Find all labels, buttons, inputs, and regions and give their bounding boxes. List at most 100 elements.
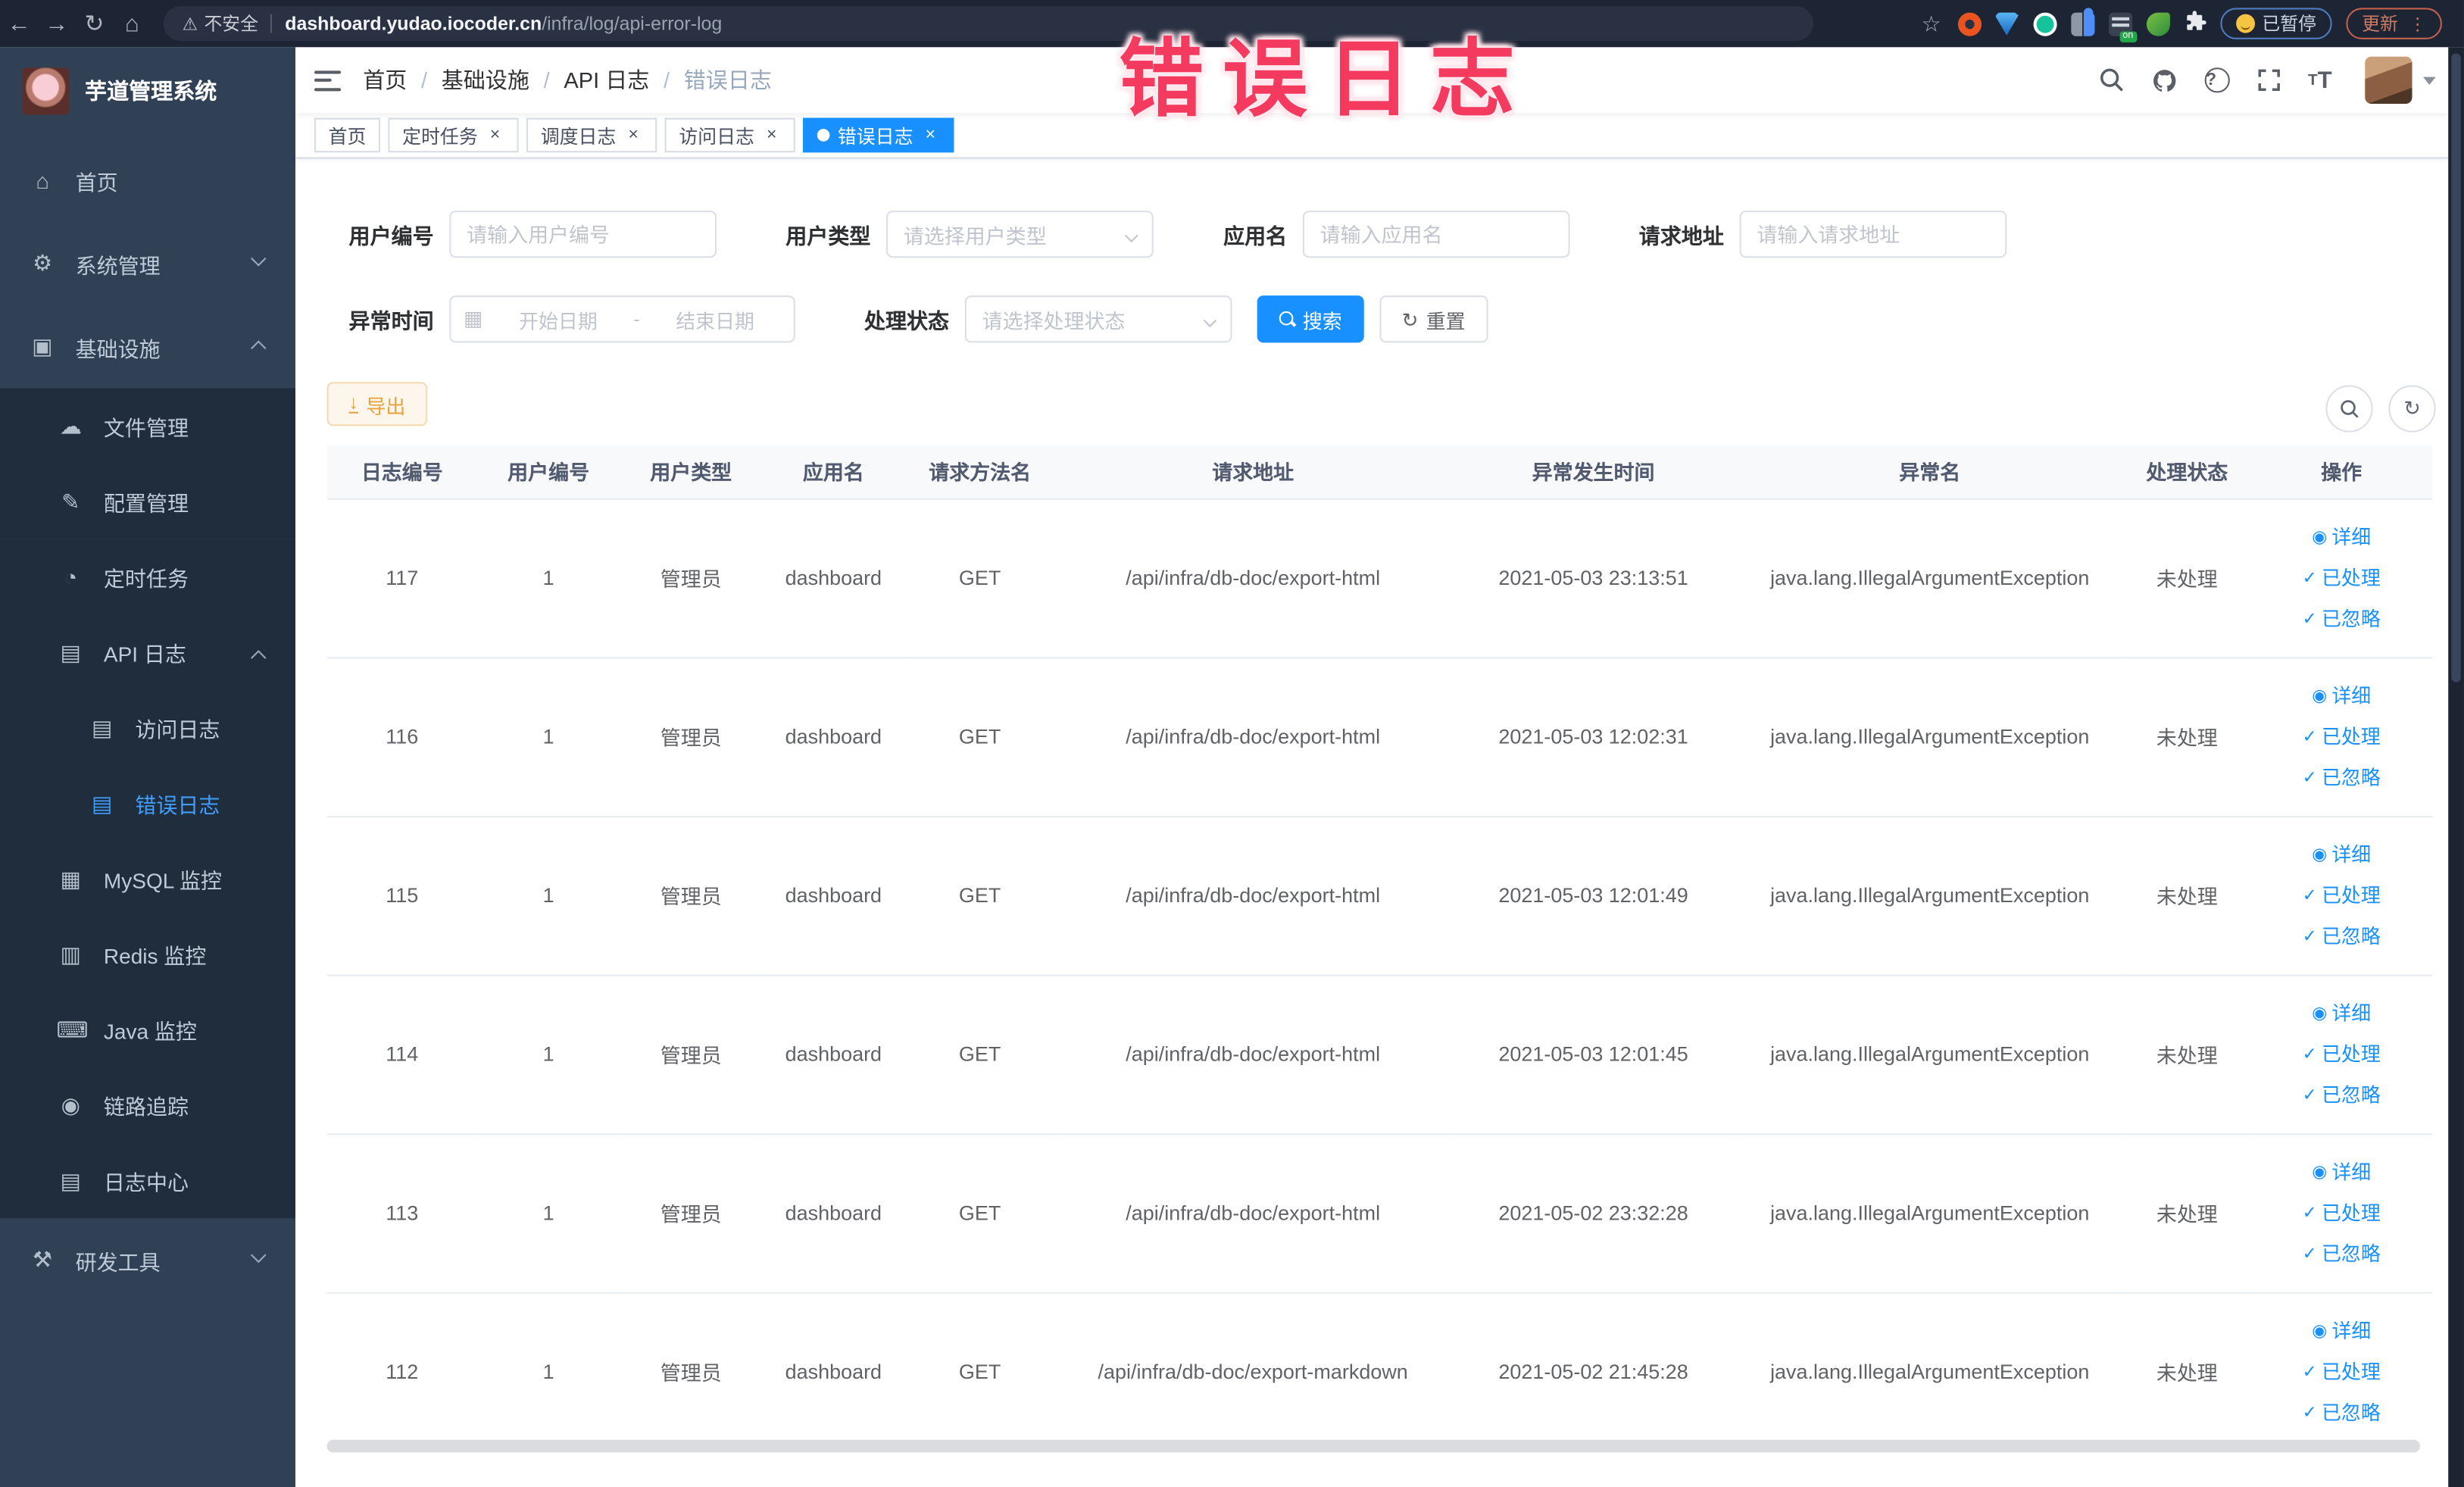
breadcrumb-item[interactable]: API 日志: [564, 64, 649, 96]
action-已忽略[interactable]: ✓ 已忽略: [2256, 598, 2426, 639]
extension-icon[interactable]: [2108, 11, 2137, 42]
cloud-upload-icon: ☁: [59, 412, 82, 438]
extension-icon[interactable]: [2032, 11, 2056, 36]
sidebar-item-log-center[interactable]: ▤ 日志中心: [0, 1142, 296, 1219]
download-icon: ↓: [348, 391, 359, 414]
sidebar-item-error-log[interactable]: ▤ 错误日志: [0, 765, 296, 842]
github-icon[interactable]: [2151, 67, 2178, 93]
extension-icon[interactable]: [2070, 7, 2094, 36]
sidebar-item-label: 定时任务: [103, 567, 189, 592]
extension-icon[interactable]: [1994, 11, 2019, 36]
sidebar-item-access-log[interactable]: ▤ 访问日志: [0, 689, 296, 766]
sidebar-item-infrastructure[interactable]: ▣ 基础设施: [0, 305, 296, 389]
reset-button[interactable]: ↻ 重置: [1379, 295, 1488, 343]
cell-exception: java.lang.IllegalArgumentException: [1735, 657, 2124, 817]
search-icon: [1279, 311, 1295, 327]
home-icon[interactable]: ⌂: [113, 10, 151, 36]
filter-row-1: 用户编号 用户类型 请选择用户类型 应用名 请求地址: [327, 209, 2007, 259]
action-已忽略[interactable]: ✓ 已忽略: [2256, 757, 2426, 798]
extension-icon[interactable]: [1957, 11, 1982, 36]
sidebar-item-system-mgmt[interactable]: ⚙ 系统管理: [0, 221, 296, 305]
action-已处理[interactable]: ✓ 已处理: [2256, 1351, 2426, 1392]
cell-method: GET: [904, 815, 1055, 976]
user-type-select[interactable]: 请选择用户类型: [886, 211, 1154, 258]
sidebar-item-home[interactable]: ⌂ 首页: [0, 138, 296, 222]
cell-status: 未处理: [2123, 815, 2250, 976]
tab-调度日志[interactable]: 调度日志 ×: [526, 117, 657, 153]
sidebar-item-trace[interactable]: ◉ 链路追踪: [0, 1067, 296, 1143]
action-已忽略[interactable]: ✓ 已忽略: [2256, 1233, 2426, 1274]
avatar: [2365, 56, 2412, 104]
tab-首页[interactable]: 首页: [314, 117, 381, 153]
export-button[interactable]: ↓ 导出: [326, 382, 428, 426]
action-详细[interactable]: ◉ 详细: [2256, 675, 2426, 716]
action-已处理[interactable]: ✓ 已处理: [2256, 716, 2426, 757]
menu-kebab-icon[interactable]: ⋮: [2409, 14, 2426, 34]
fullscreen-icon[interactable]: [2256, 67, 2281, 92]
action-已忽略[interactable]: ✓ 已忽略: [2256, 1392, 2426, 1433]
navbar-actions: ? TT: [2099, 56, 2436, 104]
sidebar-item-api-log[interactable]: ▤ API 日志: [0, 614, 296, 690]
action-label: 已处理: [2321, 1042, 2381, 1065]
action-已处理[interactable]: ✓ 已处理: [2256, 875, 2426, 916]
tab-错误日志[interactable]: 错误日志 ×: [803, 117, 954, 153]
action-详细[interactable]: ◉ 详细: [2256, 1151, 2426, 1192]
sidebar-item-java-monitor[interactable]: ⌨ Java 监控: [0, 992, 296, 1067]
sidebar-item-dev-tools[interactable]: ⚒ 研发工具: [0, 1218, 296, 1302]
address-bar[interactable]: ⚠ 不安全 dashboard.yudao.iocoder.cn /infra/…: [163, 6, 1814, 41]
table-row: 112 1 管理员 dashboard GET/api/infra/db-doc/exp…: [326, 1292, 2433, 1435]
reload-icon[interactable]: ↻: [76, 9, 114, 38]
user-id-input[interactable]: [449, 211, 717, 258]
vertical-scrollbar[interactable]: [2448, 47, 2464, 1487]
bookmark-star-icon[interactable]: ☆: [1919, 11, 1943, 36]
search-icon[interactable]: [2099, 67, 2124, 92]
sidebar-item-scheduled-tasks[interactable]: ◔ 定时任务: [0, 539, 296, 615]
action-详细[interactable]: ◉ 详细: [2256, 992, 2426, 1033]
app-name-input[interactable]: [1302, 211, 1570, 258]
sidebar-item-redis-monitor[interactable]: ▥ Redis 监控: [0, 916, 296, 992]
action-详细[interactable]: ◉ 详细: [2256, 1310, 2426, 1351]
profile-paused-badge[interactable]: 已暂停: [2219, 8, 2332, 39]
font-size-icon[interactable]: TT: [2308, 67, 2332, 93]
process-status-select[interactable]: 请选择处理状态: [964, 295, 1232, 343]
tab-定时任务[interactable]: 定时任务 ×: [388, 117, 519, 153]
close-tab-icon[interactable]: ×: [921, 126, 940, 144]
action-已处理[interactable]: ✓ 已处理: [2256, 1192, 2426, 1233]
action-已忽略[interactable]: ✓ 已忽略: [2256, 916, 2426, 957]
hide-search-button[interactable]: [2325, 385, 2373, 433]
action-详细[interactable]: ◉ 详细: [2256, 517, 2426, 558]
sidebar-item-label: Redis 监控: [103, 945, 207, 969]
sidebar-item-config-mgmt[interactable]: ✎ 配置管理: [0, 464, 296, 539]
request-url-input[interactable]: [1739, 211, 2007, 258]
start-date-placeholder: 开始日期: [519, 310, 598, 333]
date-range-picker[interactable]: ▦ 开始日期 - 结束日期: [449, 295, 795, 343]
help-icon[interactable]: ?: [2204, 67, 2230, 93]
sidebar-item-mysql-monitor[interactable]: ▦ MySQL 监控: [0, 841, 296, 917]
forward-icon[interactable]: →: [38, 10, 76, 36]
cell-status: 未处理: [2123, 498, 2250, 658]
user-menu[interactable]: [2365, 56, 2436, 104]
browser-update-button[interactable]: 更新 ⋮: [2346, 8, 2442, 39]
close-tab-icon[interactable]: ×: [486, 126, 504, 144]
action-详细[interactable]: ◉ 详细: [2256, 834, 2426, 875]
refresh-button[interactable]: ↻: [2388, 385, 2436, 433]
breadcrumb-item[interactable]: 基础设施: [442, 64, 529, 96]
scrollbar-thumb[interactable]: [2451, 53, 2461, 683]
back-icon[interactable]: ←: [0, 10, 38, 36]
extension-icon[interactable]: [2145, 11, 2169, 36]
search-button[interactable]: 搜索: [1257, 295, 1364, 343]
action-已忽略[interactable]: ✓ 已忽略: [2256, 1074, 2426, 1115]
action-已处理[interactable]: ✓ 已处理: [2256, 558, 2426, 598]
horizontal-scrollbar[interactable]: [326, 1439, 2420, 1453]
breadcrumb-item[interactable]: 首页: [363, 64, 407, 96]
sidebar-item-file-mgmt[interactable]: ☁ 文件管理: [0, 388, 296, 464]
close-tab-icon[interactable]: ×: [624, 126, 643, 144]
sidebar-item-label: 链路追踪: [103, 1095, 189, 1120]
extensions-puzzle-icon[interactable]: [2184, 8, 2206, 38]
sidebar-toggle-icon[interactable]: [314, 70, 342, 91]
action-已处理[interactable]: ✓ 已处理: [2256, 1033, 2426, 1074]
tab-访问日志[interactable]: 访问日志 ×: [664, 117, 795, 153]
action-label: 已处理: [2321, 1201, 2381, 1224]
app-logo[interactable]: 芋道管理系统: [0, 47, 295, 135]
close-tab-icon[interactable]: ×: [762, 126, 781, 144]
